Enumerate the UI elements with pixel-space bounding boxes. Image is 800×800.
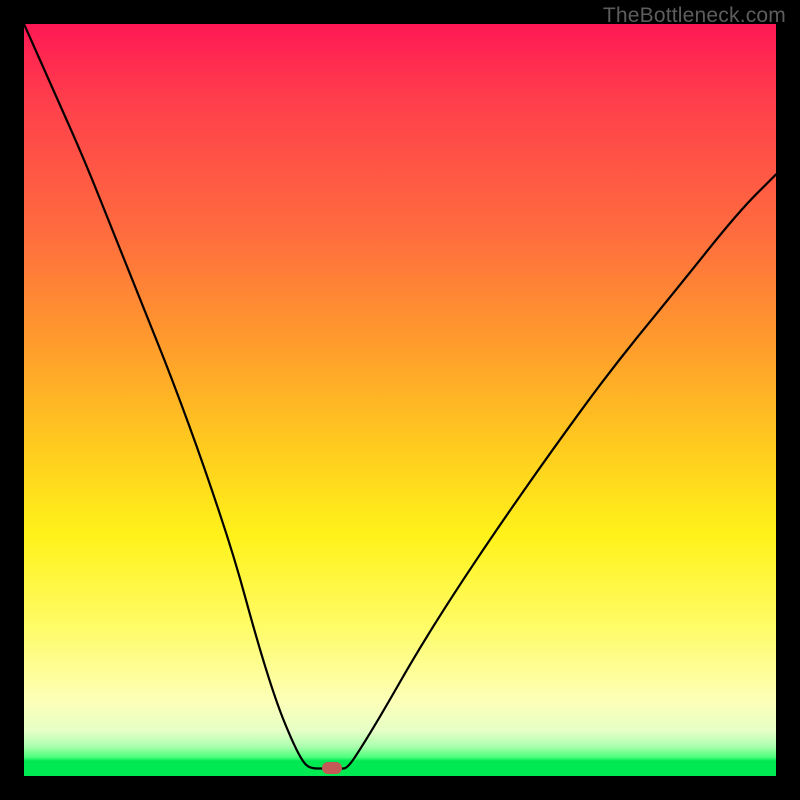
chart-frame: TheBottleneck.com: [0, 0, 800, 800]
plot-area: [24, 24, 776, 776]
curve-path: [24, 24, 776, 769]
bottleneck-curve: [24, 24, 776, 776]
optimal-point-marker: [322, 762, 342, 774]
